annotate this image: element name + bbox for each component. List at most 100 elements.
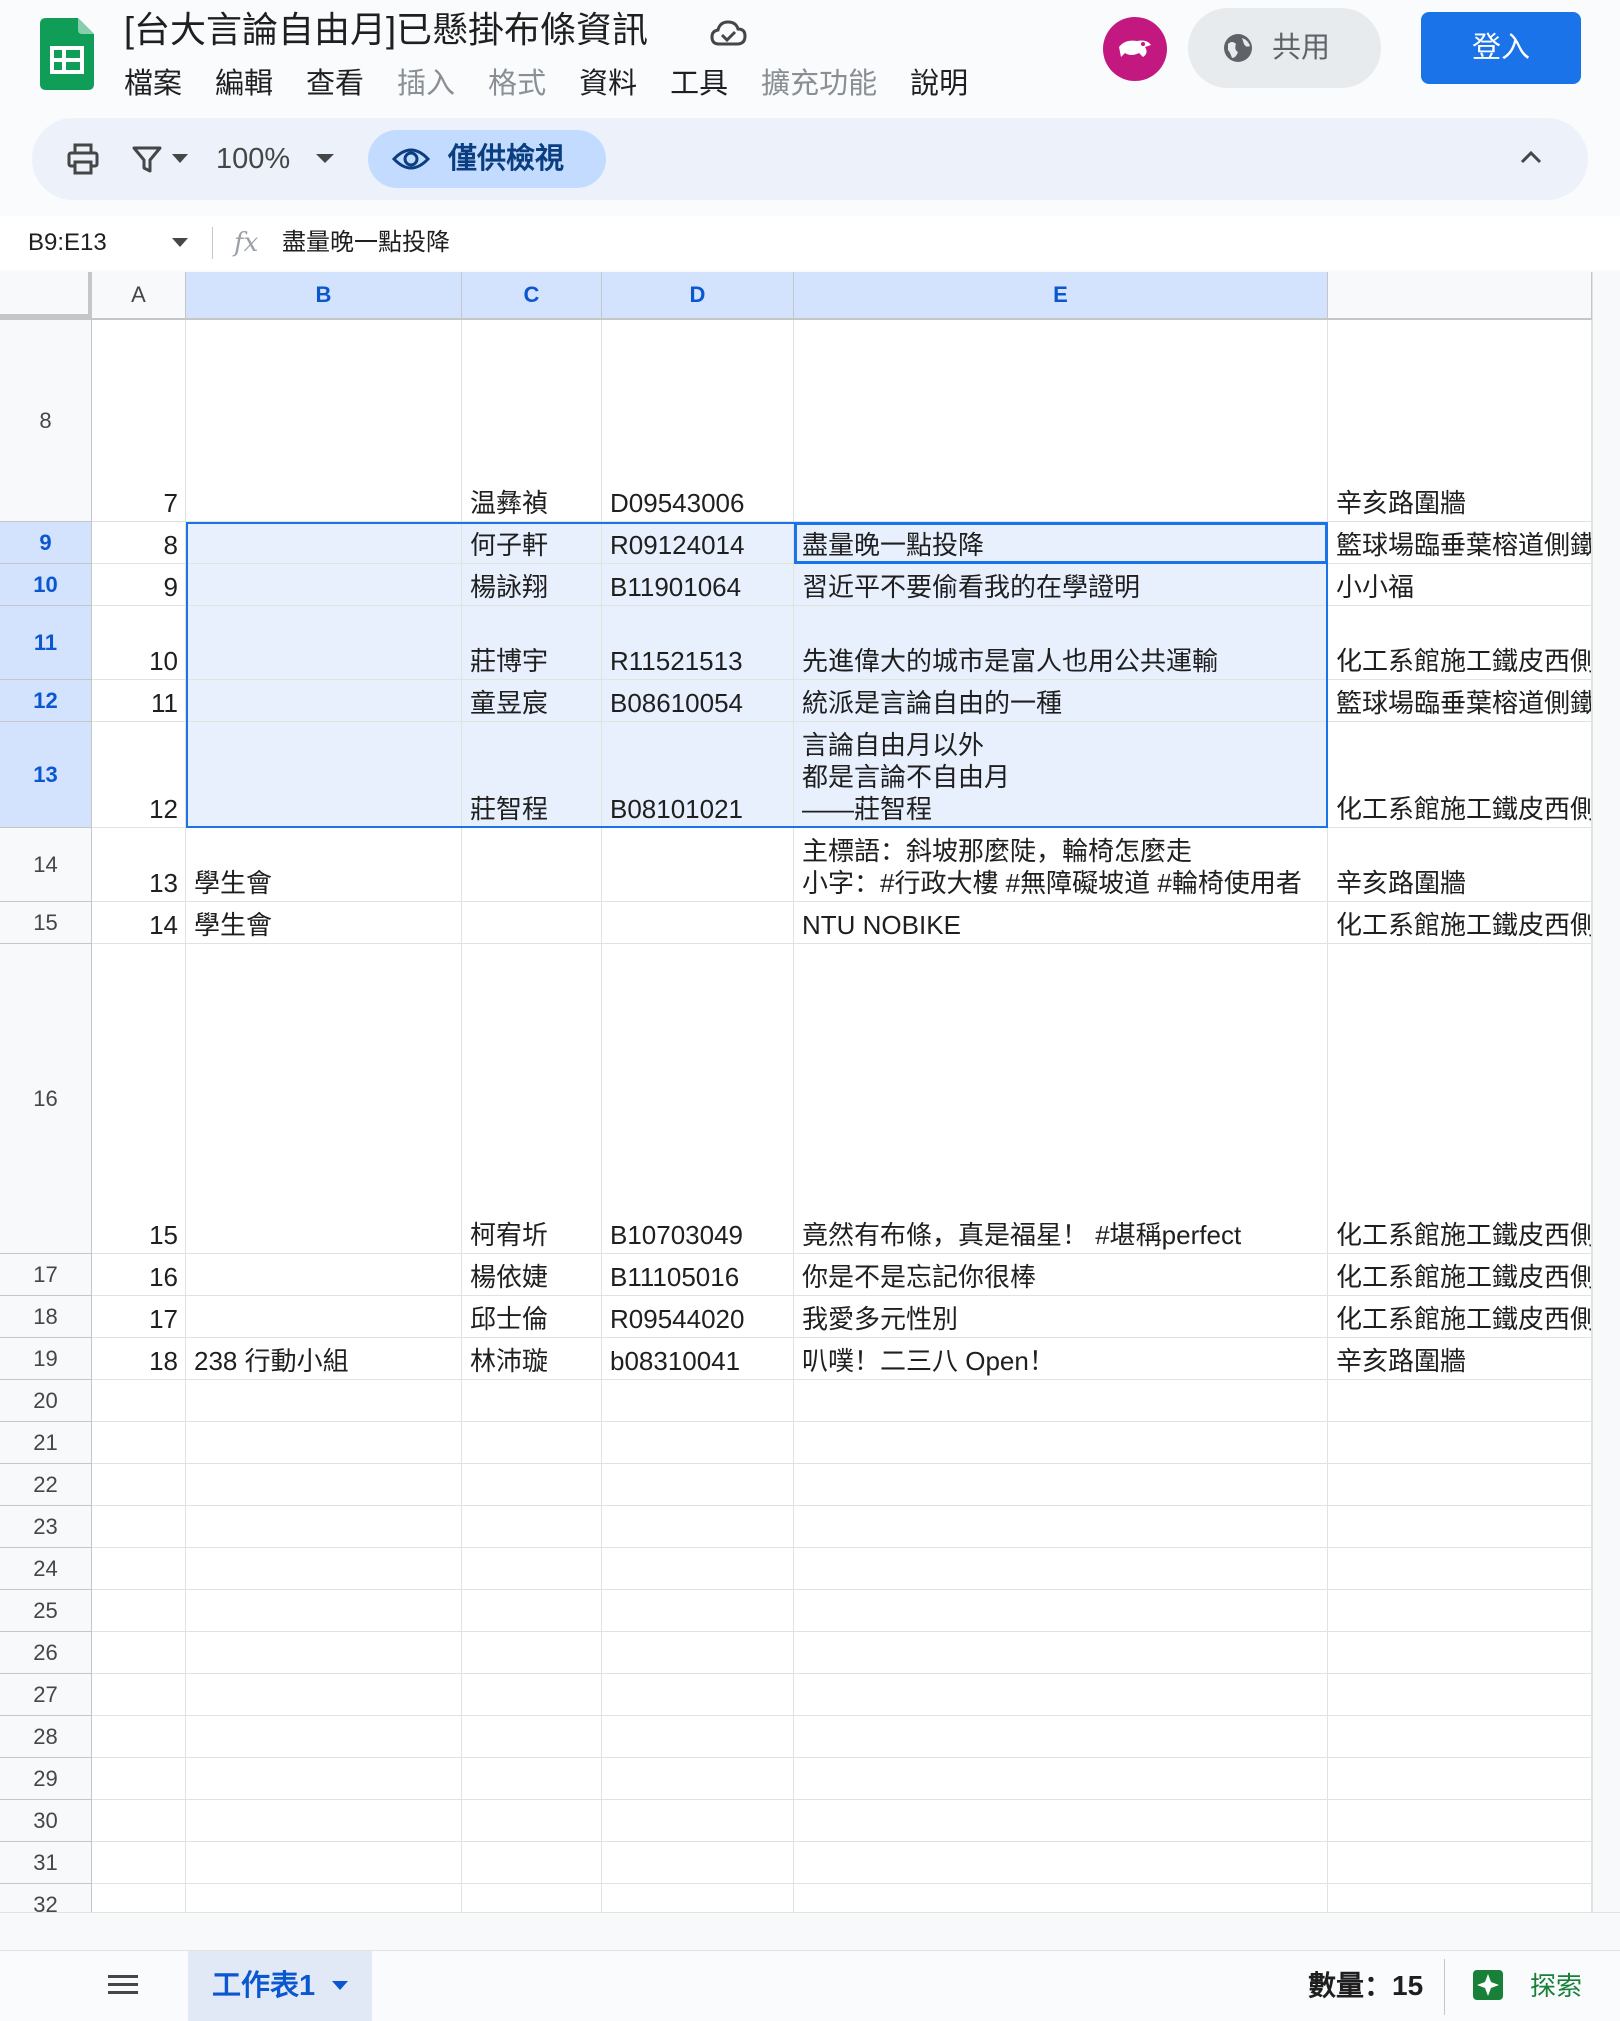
row-header[interactable]: 24 xyxy=(0,1548,92,1590)
cell-c[interactable] xyxy=(462,1632,602,1674)
cell-f[interactable]: 小小福 xyxy=(1328,564,1592,606)
cell-f[interactable]: 化工系館施工鐵皮西側 xyxy=(1328,1254,1592,1296)
column-header-d[interactable]: D xyxy=(602,272,794,318)
vertical-scrollbar[interactable] xyxy=(1592,272,1620,1912)
cell-e[interactable] xyxy=(794,1464,1328,1506)
select-all-corner[interactable] xyxy=(0,272,92,318)
row-header[interactable]: 17 xyxy=(0,1254,92,1296)
row-header[interactable]: 25 xyxy=(0,1590,92,1632)
zoom-select[interactable]: 100% xyxy=(216,118,290,200)
cell-c[interactable] xyxy=(462,1674,602,1716)
cell-f[interactable] xyxy=(1328,1380,1592,1422)
cell-e[interactable]: 竟然有布條，真是福星！ #堪稱perfect xyxy=(794,944,1328,1254)
cell-f[interactable] xyxy=(1328,1716,1592,1758)
cell-d[interactable] xyxy=(602,1464,794,1506)
menu-tools[interactable]: 工具 xyxy=(670,62,728,106)
cell-a[interactable] xyxy=(92,1506,186,1548)
cell-d[interactable] xyxy=(602,1842,794,1884)
cell-c[interactable]: 柯宥圻 xyxy=(462,944,602,1254)
chevron-down-icon[interactable] xyxy=(172,238,188,248)
cell-f[interactable] xyxy=(1328,1590,1592,1632)
row-header[interactable]: 11 xyxy=(0,606,92,680)
formula-input[interactable]: 盡量晚一點投降 xyxy=(282,216,450,270)
cell-d[interactable]: B11105016 xyxy=(602,1254,794,1296)
cell-b[interactable]: 學生會 xyxy=(186,828,462,902)
cell-b[interactable] xyxy=(186,1800,462,1842)
cell-b[interactable] xyxy=(186,1506,462,1548)
cell-f[interactable]: 籃球場臨垂葉榕道側鐵 xyxy=(1328,522,1592,564)
row-header[interactable]: 16 xyxy=(0,944,92,1254)
cell-e[interactable]: 盡量晚一點投降 xyxy=(794,522,1328,564)
filter-icon[interactable] xyxy=(130,142,164,176)
cell-c[interactable]: 莊智程 xyxy=(462,722,602,828)
cell-a[interactable] xyxy=(92,1548,186,1590)
cell-e[interactable]: 主標語：斜坡那麼陡，輪椅怎麼走 小字：#行政大樓 #無障礙坡道 #輪椅使用者 xyxy=(794,828,1328,902)
cell-b[interactable] xyxy=(186,320,462,522)
row-header[interactable]: 10 xyxy=(0,564,92,606)
cell-e[interactable] xyxy=(794,1716,1328,1758)
cell-d[interactable]: D09543006 xyxy=(602,320,794,522)
login-button[interactable]: 登入 xyxy=(1421,12,1581,84)
menu-file[interactable]: 檔案 xyxy=(124,62,182,106)
name-box[interactable]: B9:E13 xyxy=(28,216,107,270)
cell-c[interactable] xyxy=(462,1506,602,1548)
row-header[interactable]: 18 xyxy=(0,1296,92,1338)
column-header-e[interactable]: E xyxy=(794,272,1328,318)
cell-f[interactable]: 化工系館施工鐵皮西側 xyxy=(1328,722,1592,828)
menu-edit[interactable]: 編輯 xyxy=(215,62,273,106)
column-header-a[interactable]: A xyxy=(92,272,186,318)
cell-a[interactable]: 9 xyxy=(92,564,186,606)
all-sheets-icon[interactable] xyxy=(108,1973,138,1997)
cell-f[interactable] xyxy=(1328,1548,1592,1590)
spreadsheet-grid[interactable]: ABCDE 8 7 温彝禎 D09543006 辛亥路圍牆 9 8 何子軒 R09124014 盡… xyxy=(0,272,1592,1912)
cell-b[interactable] xyxy=(186,722,462,828)
cell-b[interactable] xyxy=(186,1632,462,1674)
cell-b[interactable] xyxy=(186,564,462,606)
cell-c[interactable]: 童昱宸 xyxy=(462,680,602,722)
print-icon[interactable] xyxy=(66,142,100,176)
cell-a[interactable] xyxy=(92,1716,186,1758)
cell-d[interactable] xyxy=(602,1548,794,1590)
cell-b[interactable] xyxy=(186,1884,462,1912)
cell-b[interactable] xyxy=(186,606,462,680)
cell-a[interactable]: 8 xyxy=(92,522,186,564)
row-header[interactable]: 14 xyxy=(0,828,92,902)
cell-f[interactable] xyxy=(1328,1674,1592,1716)
cell-d[interactable] xyxy=(602,828,794,902)
cell-e[interactable]: NTU NOBIKE xyxy=(794,902,1328,944)
cell-f[interactable] xyxy=(1328,1800,1592,1842)
horizontal-scrollbar[interactable] xyxy=(0,1912,1620,1951)
cell-d[interactable] xyxy=(602,1632,794,1674)
cell-e[interactable] xyxy=(794,1758,1328,1800)
cell-c[interactable] xyxy=(462,1590,602,1632)
cell-c[interactable] xyxy=(462,1800,602,1842)
menu-view[interactable]: 查看 xyxy=(306,62,364,106)
cell-d[interactable] xyxy=(602,1380,794,1422)
view-only-chip[interactable]: 僅供檢視 xyxy=(368,130,606,188)
cell-c[interactable] xyxy=(462,902,602,944)
cell-d[interactable] xyxy=(602,1422,794,1464)
cell-e[interactable] xyxy=(794,1884,1328,1912)
sheets-logo-icon[interactable] xyxy=(40,18,94,90)
cell-c[interactable]: 邱士倫 xyxy=(462,1296,602,1338)
cell-f[interactable] xyxy=(1328,1506,1592,1548)
cell-e[interactable]: 言論自由月以外 都是言論不自由月 ——莊智程 xyxy=(794,722,1328,828)
cell-d[interactable] xyxy=(602,1758,794,1800)
cell-f[interactable]: 辛亥路圍牆 xyxy=(1328,320,1592,522)
row-header[interactable]: 8 xyxy=(0,320,92,522)
row-header[interactable]: 12 xyxy=(0,680,92,722)
cell-d[interactable]: B08610054 xyxy=(602,680,794,722)
cell-a[interactable]: 15 xyxy=(92,944,186,1254)
cell-a[interactable] xyxy=(92,1422,186,1464)
cell-d[interactable] xyxy=(602,1884,794,1912)
row-header[interactable]: 15 xyxy=(0,902,92,944)
cell-a[interactable] xyxy=(92,1674,186,1716)
cell-d[interactable]: B11901064 xyxy=(602,564,794,606)
cell-a[interactable]: 7 xyxy=(92,320,186,522)
menu-insert[interactable]: 插入 xyxy=(397,62,455,106)
cell-b[interactable] xyxy=(186,1674,462,1716)
chevron-up-icon[interactable] xyxy=(1520,148,1542,164)
cell-b[interactable] xyxy=(186,1296,462,1338)
row-header[interactable]: 19 xyxy=(0,1338,92,1380)
cell-a[interactable] xyxy=(92,1758,186,1800)
